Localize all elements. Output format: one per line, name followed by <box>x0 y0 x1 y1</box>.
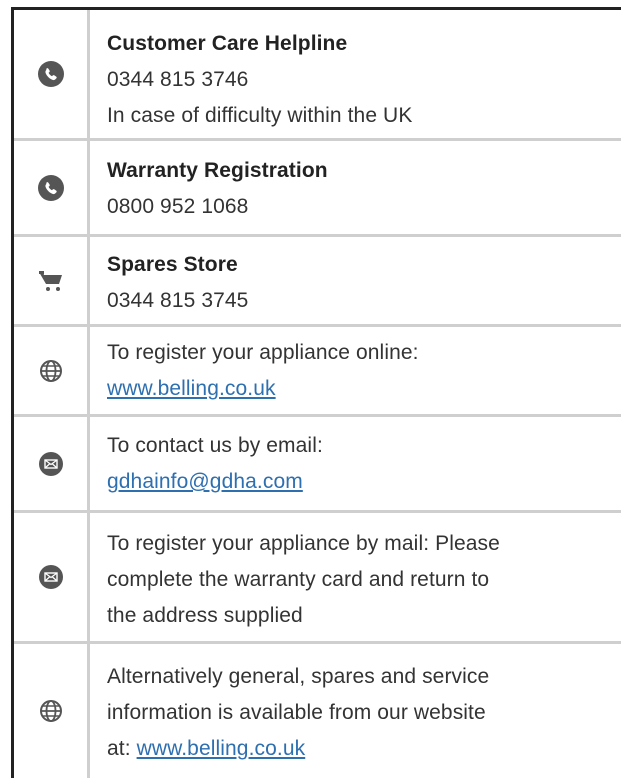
entry-title: Spares Store <box>107 253 238 276</box>
table-row-register-mail: To register your appliance by mail: Plea… <box>14 513 621 644</box>
table-row-register-online: To register your appliance online: www.b… <box>14 327 621 417</box>
entry-title: Warranty Registration <box>107 159 328 182</box>
phone-number: 0800 952 1068 <box>107 195 249 218</box>
phone-number: 0344 815 3745 <box>107 289 249 312</box>
icon-cell <box>14 513 87 641</box>
entry-text-line: information is available from our websit… <box>107 701 486 724</box>
icon-cell <box>14 644 87 778</box>
website-link[interactable]: www.belling.co.uk <box>137 737 306 760</box>
icon-cell <box>14 417 87 510</box>
entry-text-line: To register your appliance by mail: Plea… <box>107 532 500 555</box>
website-link[interactable]: www.belling.co.uk <box>107 377 276 400</box>
phone-number: 0344 815 3746 <box>107 68 249 91</box>
phone-icon <box>37 61 64 87</box>
entry-text: To contact us by email: <box>107 434 323 457</box>
icon-cell <box>14 10 87 138</box>
entry-text: To register your appliance online: <box>107 341 419 364</box>
phone-icon <box>37 174 64 201</box>
mail-icon <box>38 565 63 589</box>
row-text: Spares Store 0344 815 3745 <box>107 247 613 319</box>
email-link[interactable]: gdhainfo@gdha.com <box>107 470 303 493</box>
table-row-general-info: Alternatively general, spares and servic… <box>14 644 621 778</box>
entry-note: In case of difficulty within the UK <box>107 104 413 127</box>
row-text: To contact us by email: gdhainfo@gdha.co… <box>107 428 613 500</box>
row-text: To register your appliance online: www.b… <box>107 335 613 407</box>
contact-info-table: Customer Care Helpline 0344 815 3746 In … <box>0 0 621 778</box>
table-row-spares: Spares Store 0344 815 3745 <box>14 237 621 327</box>
row-text: Warranty Registration 0800 952 1068 <box>107 153 613 225</box>
entry-text-prefix: at: <box>107 737 137 760</box>
row-text: To register your appliance by mail: Plea… <box>107 526 613 634</box>
icon-cell <box>14 237 87 324</box>
cart-icon <box>38 269 64 293</box>
entry-title: Customer Care Helpline <box>107 32 348 55</box>
icon-cell <box>14 327 87 414</box>
table-row-customer-care: Customer Care Helpline 0344 815 3746 In … <box>14 10 621 141</box>
icon-cell <box>14 141 87 234</box>
globe-icon <box>39 359 63 383</box>
mail-icon <box>38 451 63 476</box>
entry-text-line: complete the warranty card and return to <box>107 568 490 591</box>
globe-icon <box>39 699 63 723</box>
table-row-contact-email: To contact us by email: gdhainfo@gdha.co… <box>14 417 621 513</box>
entry-text-line: Alternatively general, spares and servic… <box>107 665 490 688</box>
entry-text-line: the address supplied <box>107 604 303 627</box>
row-text: Alternatively general, spares and servic… <box>107 659 613 767</box>
row-text: Customer Care Helpline 0344 815 3746 In … <box>107 26 613 134</box>
table-row-warranty: Warranty Registration 0800 952 1068 <box>14 141 621 237</box>
